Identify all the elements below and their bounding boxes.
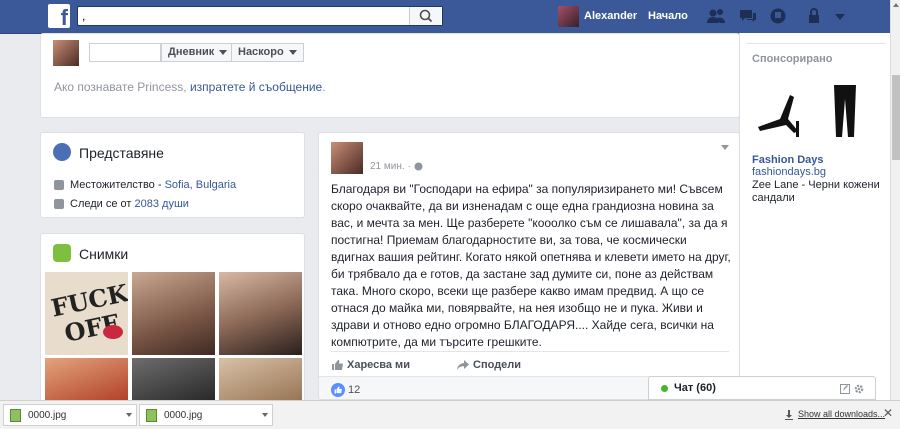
sponsored-label: Спонсорирано xyxy=(752,53,833,65)
globe-icon xyxy=(53,143,71,161)
chevron-down-icon xyxy=(721,144,729,150)
message-prefix: Ако познавате Princess, xyxy=(54,80,190,94)
home-link[interactable]: Начало xyxy=(648,10,688,22)
search-button[interactable] xyxy=(409,7,442,25)
gear-icon[interactable] xyxy=(854,384,864,394)
photos-title: Снимки xyxy=(79,246,129,262)
top-icon-group xyxy=(706,8,856,26)
followers-link[interactable]: 2083 души xyxy=(135,198,189,210)
profile-name-box[interactable] xyxy=(89,43,161,62)
post-card: 21 мин. · Благодаря ви "Господари на ефи… xyxy=(318,132,740,400)
ad-image-leggings[interactable] xyxy=(816,83,874,141)
photo-thumbnail[interactable] xyxy=(45,358,128,402)
image-file-icon xyxy=(10,409,21,422)
location-link[interactable]: Sofia, Bulgaria xyxy=(165,179,237,191)
download-shelf: 0000.jpg 0000.jpg xyxy=(0,400,900,429)
notifications-icon[interactable] xyxy=(770,8,786,27)
settings-dropdown-icon[interactable] xyxy=(834,8,846,27)
user-name-link[interactable]: Alexander xyxy=(584,10,637,22)
share-button[interactable]: Сподели xyxy=(457,359,543,371)
location-row: Местожителство - Sofia, Bulgaria xyxy=(54,179,236,191)
chat-label: Чат (60) xyxy=(674,382,716,394)
followers-row: Следи се от 2083 души xyxy=(54,198,189,210)
photo-thumbnail[interactable]: FUCK OFF xyxy=(45,272,132,355)
share-label: Сподели xyxy=(473,359,522,371)
chat-bar[interactable]: Чат (60) xyxy=(648,376,876,400)
send-message-prompt: Ако познавате Princess, изпратете й съоб… xyxy=(54,80,326,94)
profile-header-card: Дневник Наскоро Ако познавате Princess, … xyxy=(40,33,740,118)
edit-icon[interactable] xyxy=(840,384,850,394)
post-time: 21 мин. · xyxy=(370,161,414,172)
messages-icon[interactable] xyxy=(739,8,757,27)
intro-title: Представяне xyxy=(79,145,164,161)
user-avatar[interactable] xyxy=(558,6,579,27)
download-filename: 0000.jpg xyxy=(164,410,203,421)
facebook-logo[interactable]: f xyxy=(48,4,70,30)
home-icon xyxy=(54,180,64,191)
chevron-down-icon xyxy=(288,49,297,55)
image-file-icon xyxy=(146,409,157,422)
show-all-downloads-link[interactable]: Show all downloads... xyxy=(798,409,885,419)
photo-graphic: FUCKOFF xyxy=(49,278,132,348)
thumbs-up-icon xyxy=(332,360,343,371)
ad-title[interactable]: Fashion Days xyxy=(752,154,824,166)
followers-prefix: Следи се от xyxy=(70,198,135,210)
photo-thumbnail[interactable] xyxy=(219,358,302,402)
like-label: Харесва ми xyxy=(347,359,410,371)
photos-icon xyxy=(53,244,71,262)
sandal-image xyxy=(758,95,799,137)
post-options-button[interactable] xyxy=(716,141,729,153)
search-box[interactable] xyxy=(77,6,443,26)
ad-url[interactable]: fashiondays.bg xyxy=(752,166,826,178)
scroll-up-arrow[interactable] xyxy=(893,3,899,7)
send-message-link[interactable]: изпратете й съобщение xyxy=(190,80,322,94)
sidebar-divider xyxy=(746,43,886,44)
location-prefix: Местожителство - xyxy=(70,179,165,191)
post-text: Благодаря ви "Господари на ефира" за поп… xyxy=(331,182,731,349)
download-filename: 0000.jpg xyxy=(28,410,67,421)
privacy-lock-icon[interactable] xyxy=(807,8,821,27)
download-item[interactable]: 0000.jpg xyxy=(139,404,273,426)
page-scrollbar[interactable] xyxy=(890,0,900,400)
post-author-avatar[interactable] xyxy=(331,142,363,174)
search-icon xyxy=(419,9,433,23)
leggings-image xyxy=(834,85,856,137)
intro-card: Представяне Местожителство - Sofia, Bulg… xyxy=(40,132,305,218)
like-reaction-icon[interactable] xyxy=(331,383,345,397)
rss-icon xyxy=(54,199,64,210)
download-icon xyxy=(785,410,793,420)
profile-thumbnail[interactable] xyxy=(53,40,79,66)
photo-thumbnail[interactable] xyxy=(132,358,215,402)
chevron-down-icon[interactable] xyxy=(262,413,268,417)
share-icon xyxy=(457,360,470,371)
photo-thumbnail[interactable] xyxy=(132,272,215,355)
top-navigation-bar: f Alexander Начало xyxy=(0,0,890,34)
like-button[interactable]: Харесва ми xyxy=(331,359,432,371)
scrollbar-thumb[interactable] xyxy=(892,75,900,160)
ad-image-sandal[interactable] xyxy=(752,83,810,141)
photo-thumbnail[interactable] xyxy=(219,272,302,355)
chevron-down-icon xyxy=(219,49,228,55)
close-icon[interactable]: ✕ xyxy=(883,406,893,420)
timeline-label: Дневник xyxy=(168,46,215,58)
chevron-down-icon[interactable] xyxy=(126,413,132,417)
post-actions: Харесва ми Сподели xyxy=(331,351,729,371)
ad-description: Zee Lane - Черни кожени сандали xyxy=(752,179,880,204)
friend-requests-icon[interactable] xyxy=(706,8,726,27)
recent-dropdown[interactable]: Наскоро xyxy=(231,43,304,62)
photos-card: Снимки FUCK OFF xyxy=(40,233,305,403)
recent-label: Наскоро xyxy=(238,46,284,58)
message-suffix: . xyxy=(322,80,326,94)
post-timestamp[interactable]: 21 мин. · xyxy=(370,161,423,172)
likes-count[interactable]: 12 xyxy=(348,384,360,396)
download-item[interactable]: 0000.jpg xyxy=(3,404,137,426)
globe-icon xyxy=(414,162,423,171)
online-status-icon xyxy=(661,385,668,392)
timeline-dropdown[interactable]: Дневник xyxy=(161,43,235,62)
right-sidebar: Спонсорирано Fashion Days fashiondays.bg… xyxy=(739,33,891,400)
search-input[interactable] xyxy=(82,7,412,25)
